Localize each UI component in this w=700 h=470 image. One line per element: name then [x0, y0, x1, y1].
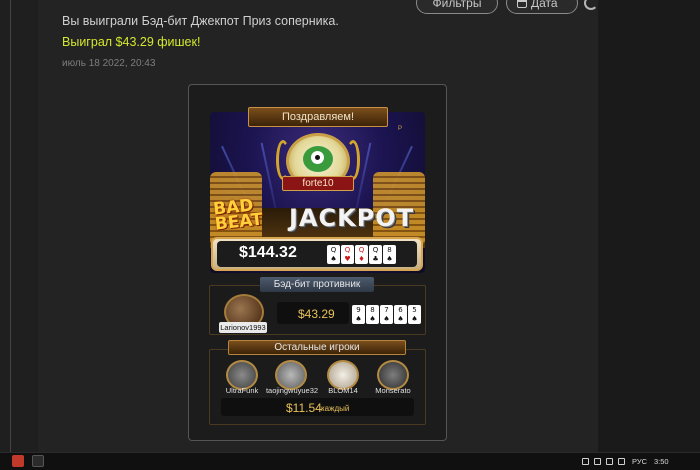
app-icon[interactable]: [12, 455, 24, 467]
card-rank: 7: [384, 306, 389, 314]
filters-button[interactable]: Фильтры: [416, 0, 498, 14]
win-text: Выиграл $43.29 фишек!: [62, 35, 201, 49]
monster-avatar-icon: [303, 146, 333, 172]
card-suit-icon: ♣: [372, 255, 379, 263]
playing-card: Q ♠: [327, 245, 340, 264]
card-rank: Q: [358, 246, 365, 254]
opponent-section-label: Бэд-бит противник: [260, 277, 374, 292]
winner-name: forte10: [282, 176, 354, 191]
card-suit-icon: ♠: [397, 315, 404, 323]
playing-card: 5 ♠: [408, 305, 421, 324]
share-suffix: каждый: [321, 404, 350, 413]
date-button-label: Дата: [531, 0, 558, 10]
card-rank: Q: [330, 246, 337, 254]
card-suit-icon: ♠: [386, 255, 393, 263]
opponent-hand: 9 ♠ 8 ♠ 7 ♠ 6 ♠ 5 ♠: [352, 305, 422, 324]
message-timestamp: июль 18 2022, 20:43: [62, 58, 156, 69]
playing-card: 6 ♠: [394, 305, 407, 324]
playing-card: 8 ♠: [383, 245, 396, 264]
card-suit-icon: ♦: [358, 255, 365, 263]
left-strip: [0, 0, 38, 452]
jackpot-hand: Q ♠ Q ♥ Q ♦ Q ♣ 8 ♠: [327, 245, 397, 264]
playing-card: Q ♣: [369, 245, 382, 264]
card-rank: 8: [387, 246, 392, 254]
divider: [10, 0, 11, 452]
jackpot-total-amount: $144.32: [239, 244, 297, 261]
playing-card: 9 ♠: [352, 305, 365, 324]
other-players-label: Остальные игроки: [228, 340, 406, 355]
card-rank: Q: [372, 246, 379, 254]
app-icon[interactable]: [32, 455, 44, 467]
playing-card: Q ♥: [341, 245, 354, 264]
clock[interactable]: 3:50: [654, 457, 669, 466]
language-indicator[interactable]: РУС: [632, 457, 647, 466]
jackpot-logo: JACKPOT: [289, 204, 415, 232]
battery-icon[interactable]: [618, 458, 625, 465]
congrats-ribbon: Поздравляем!: [248, 107, 388, 127]
card-suit-icon: ♠: [355, 315, 362, 323]
right-gutter: [598, 0, 700, 452]
card-suit-icon: ♥: [344, 255, 351, 263]
opponent-amount: $43.29: [298, 307, 335, 321]
calendar-icon: [517, 0, 527, 8]
card-suit-icon: ♠: [330, 255, 337, 263]
playing-card: 7 ♠: [380, 305, 393, 324]
card-suit-icon: ♠: [383, 315, 390, 323]
tray-icon[interactable]: [582, 458, 589, 465]
share-amount: $11.54: [286, 401, 322, 415]
player-name: UltraFunk: [225, 386, 259, 395]
card-rank: 6: [398, 306, 403, 314]
card-rank: 9: [356, 306, 361, 314]
brand-mark: P: [398, 126, 403, 132]
date-button[interactable]: Дата: [506, 0, 578, 14]
card-rank: 8: [370, 306, 375, 314]
message-text: Вы выиграли Бэд-бит Джекпот Приз соперни…: [62, 14, 339, 28]
opponent-name: Larionov1993: [219, 322, 267, 333]
card-suit-icon: ♠: [411, 315, 418, 323]
card-suit-icon: ♠: [369, 315, 376, 323]
card-rank: 5: [412, 306, 417, 314]
page: Фильтры Дата Вы выиграли Бэд-бит Джекпот…: [0, 0, 700, 470]
player-name: Monserato: [375, 386, 411, 395]
player-name: taojingwuyue32: [265, 386, 319, 395]
player-name: BLOM14: [328, 386, 358, 395]
card-rank: Q: [344, 246, 351, 254]
playing-card: 8 ♠: [366, 305, 379, 324]
network-icon[interactable]: [594, 458, 601, 465]
volume-icon[interactable]: [606, 458, 613, 465]
playing-card: Q ♦: [355, 245, 368, 264]
